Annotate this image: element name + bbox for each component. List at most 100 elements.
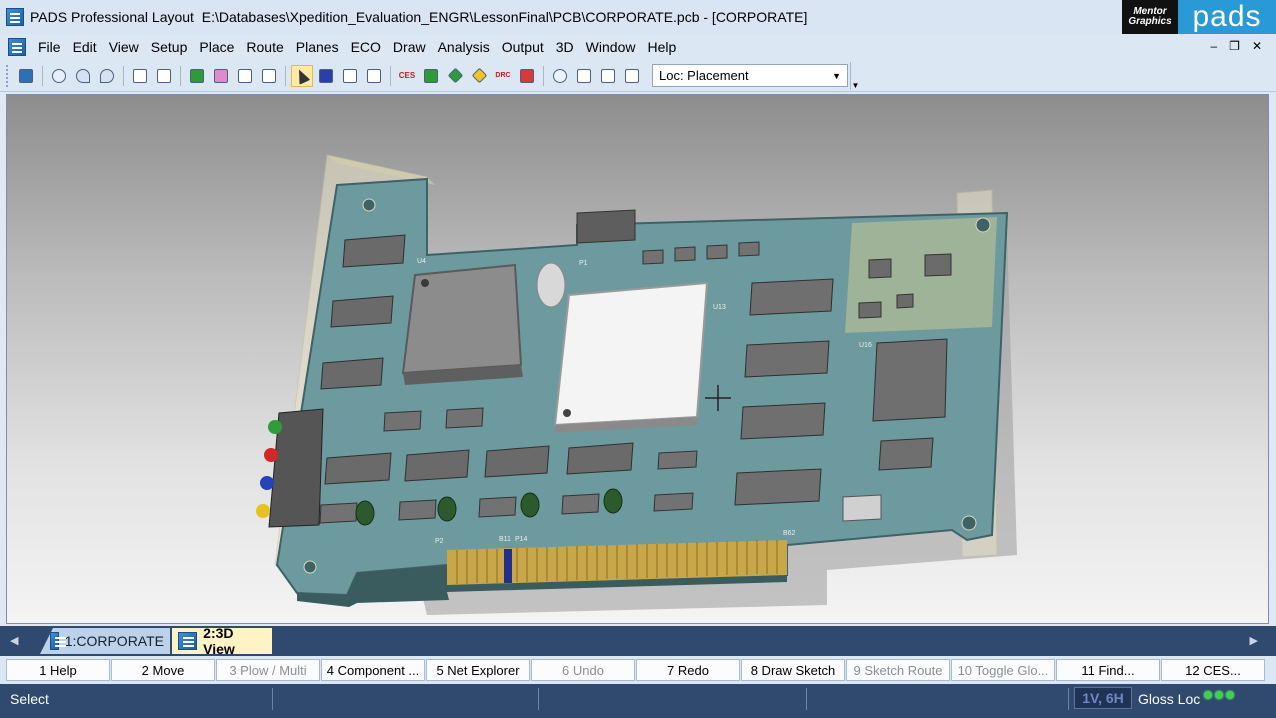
restore-icon[interactable]: ❐: [1229, 39, 1240, 53]
label-b62: B62: [783, 530, 796, 537]
3d-view-canvas[interactable]: U4 U13 U16 P1 P2 B11 P14 B62: [6, 94, 1269, 624]
menu-view[interactable]: View: [103, 39, 145, 55]
swap-button[interactable]: [234, 65, 256, 87]
label-p2: P2: [435, 538, 444, 545]
fkey-3-plow-multi[interactable]: 3 Plow / Multi: [216, 659, 320, 681]
fkey-9-sketch-route[interactable]: 9 Sketch Route: [846, 659, 950, 681]
ces-button[interactable]: CES: [396, 65, 418, 87]
status-layer[interactable]: 1V, 6H: [1074, 687, 1132, 709]
tab-corporate-label: 1:CORPORATE: [64, 633, 164, 649]
diamond-icon: [447, 67, 463, 84]
menu-place[interactable]: Place: [193, 39, 240, 55]
document-tabs-bar: ◀ 1:CORPORATE 2:3D View ▶: [0, 625, 1276, 657]
status-indicator-dots: [1204, 691, 1234, 699]
fit-button[interactable]: [597, 65, 619, 87]
home-button[interactable]: [621, 65, 643, 87]
tab-scroll-left-icon[interactable]: ◀: [10, 634, 18, 647]
menu-file[interactable]: File: [32, 39, 67, 55]
diamond-button[interactable]: [444, 65, 466, 87]
fkey-10-toggle-glo[interactable]: 10 Toggle Glo...: [951, 659, 1055, 681]
minimize-icon[interactable]: –: [1210, 39, 1217, 53]
window-title: PADS Professional Layout E:\Databases\Xp…: [30, 9, 807, 25]
fkey-2-move[interactable]: 2 Move: [111, 659, 215, 681]
tab-3d-view[interactable]: 2:3D View: [172, 625, 272, 657]
fkey-1-help[interactable]: 1 Help: [6, 659, 110, 681]
menu-help[interactable]: Help: [641, 39, 682, 55]
plane-icon: [367, 68, 381, 83]
fkey-12-ces[interactable]: 12 CES...: [1161, 659, 1265, 681]
fkey-8-draw-sketch[interactable]: 8 Draw Sketch: [741, 659, 845, 681]
board-button[interactable]: [186, 65, 208, 87]
home-icon: [625, 68, 639, 83]
layer-icon: [319, 68, 333, 83]
menu-bar: File Edit View Setup Place Route Planes …: [0, 34, 1276, 60]
fkey-6-undo[interactable]: 6 Undo: [531, 659, 635, 681]
menu-planes[interactable]: Planes: [290, 39, 345, 55]
menu-window[interactable]: Window: [580, 39, 642, 55]
drc-button[interactable]: DRC: [492, 65, 514, 87]
menu-route[interactable]: Route: [240, 39, 289, 55]
copy-icon: [577, 68, 591, 83]
chevron-down-icon: ▼: [832, 70, 841, 81]
find-button[interactable]: [48, 65, 70, 87]
menu-analysis[interactable]: Analysis: [432, 39, 496, 55]
undo-icon: [76, 68, 90, 83]
drc-icon: DRC: [495, 72, 511, 79]
swap-icon: [238, 68, 252, 83]
status-dot-icon: [1215, 691, 1223, 699]
route-icon: [343, 68, 357, 83]
save-button[interactable]: [15, 65, 37, 87]
status-gloss: Gloss Loc: [1138, 691, 1201, 707]
document-icon[interactable]: [8, 38, 26, 56]
align-button[interactable]: [153, 65, 175, 87]
location-select-value: Loc: Placement: [659, 68, 749, 83]
component-icon: [214, 68, 228, 83]
fkey-7-redo[interactable]: 7 Redo: [636, 659, 740, 681]
close-icon[interactable]: ✕: [1252, 39, 1262, 53]
pcb-3d-render: U4 U13 U16 P1 P2 B11 P14 B62: [256, 154, 1017, 615]
toolbar-overflow-icon[interactable]: ▼: [850, 61, 860, 90]
label-u13: U13: [713, 304, 726, 311]
layout-doc-icon: [50, 632, 66, 650]
layer-button[interactable]: [315, 65, 337, 87]
tab-scroll-right-icon[interactable]: ▶: [1250, 634, 1258, 647]
redo-button[interactable]: [96, 65, 118, 87]
zoom-button[interactable]: [549, 65, 571, 87]
fkey-5-net-explorer[interactable]: 5 Net Explorer: [426, 659, 530, 681]
location-select[interactable]: Loc: Placement ▼: [652, 64, 848, 87]
warning-button[interactable]: [468, 65, 490, 87]
cursor-icon: [293, 66, 311, 85]
menu-eco[interactable]: ECO: [345, 39, 387, 55]
binoculars-icon: [52, 68, 66, 83]
function-key-bar: 1 Help 2 Move 3 Plow / Multi 4 Component…: [0, 656, 1276, 684]
ces-icon: CES: [398, 71, 416, 80]
zoom-icon: [553, 68, 567, 83]
label-p1: P1: [579, 260, 588, 267]
fkey-11-find[interactable]: 11 Find...: [1056, 659, 1160, 681]
undo-button[interactable]: [72, 65, 94, 87]
menu-3d[interactable]: 3D: [550, 39, 580, 55]
menu-setup[interactable]: Setup: [145, 39, 194, 55]
toolbar-grip[interactable]: [6, 64, 10, 87]
component-button[interactable]: [210, 65, 232, 87]
copy-button[interactable]: [573, 65, 595, 87]
fkey-4-component[interactable]: 4 Component ...: [321, 659, 425, 681]
select-mode-button[interactable]: [291, 64, 313, 87]
app-name: PADS Professional Layout: [30, 9, 194, 25]
redo-icon: [100, 68, 114, 83]
plane-button[interactable]: [363, 65, 385, 87]
menu-output[interactable]: Output: [496, 39, 550, 55]
bga-chip: [553, 281, 709, 433]
tab-corporate[interactable]: 1:CORPORATE: [40, 628, 170, 654]
check-button[interactable]: [516, 65, 538, 87]
mentor-logo: Mentor Graphics: [1122, 0, 1178, 34]
netlist-button[interactable]: [420, 65, 442, 87]
pads-logo: pads: [1178, 0, 1276, 34]
menu-edit[interactable]: Edit: [67, 39, 103, 55]
label-u4: U4: [417, 258, 426, 265]
route-button[interactable]: [339, 65, 361, 87]
menu-draw[interactable]: Draw: [387, 39, 432, 55]
push-button[interactable]: [129, 65, 151, 87]
properties-button[interactable]: [258, 65, 280, 87]
save-icon: [19, 68, 33, 83]
